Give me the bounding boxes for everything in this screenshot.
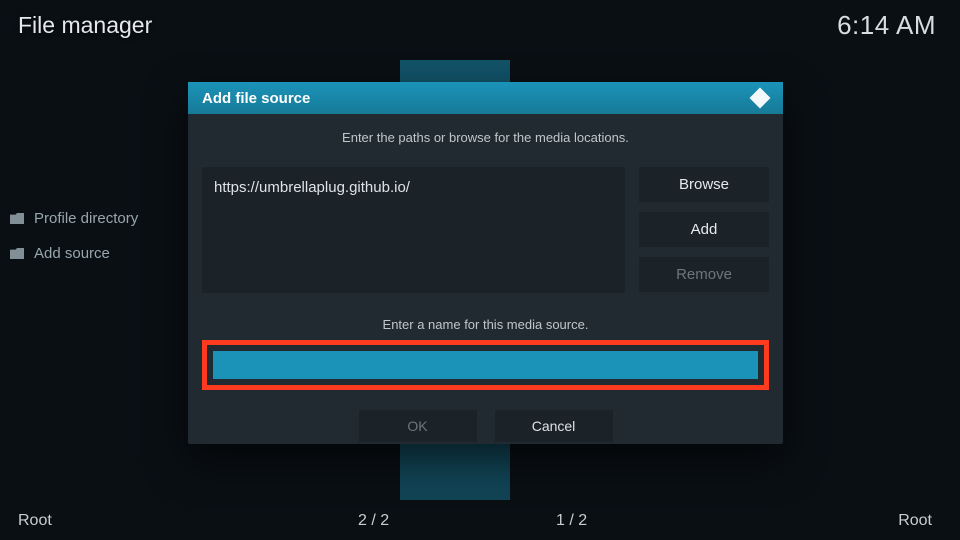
source-name-input[interactable] [213, 351, 758, 379]
dialog-header: Add file source [188, 82, 783, 114]
kodi-icon [747, 86, 773, 110]
add-file-source-dialog: Add file source Enter the paths or brows… [188, 82, 783, 444]
dialog-title: Add file source [202, 90, 310, 107]
browse-button[interactable]: Browse [639, 167, 769, 202]
cancel-button[interactable]: Cancel [495, 410, 613, 442]
folder-icon [10, 213, 24, 224]
bottom-bar: Root 2 / 2 1 / 2 Root [0, 502, 960, 540]
sidebar-item-profile-directory[interactable]: Profile directory [10, 210, 138, 227]
add-button[interactable]: Add [639, 212, 769, 247]
ok-button[interactable]: OK [359, 410, 477, 442]
sidebar-item-label: Profile directory [34, 210, 138, 227]
sidebar-item-label: Add source [34, 245, 110, 262]
path-input[interactable] [214, 179, 613, 196]
highlighted-name-field [202, 340, 769, 390]
dialog-middle: Browse Add Remove [202, 167, 769, 293]
path-button-column: Browse Add Remove [639, 167, 769, 293]
left-count: 2 / 2 [358, 512, 389, 530]
page-title: File manager [18, 12, 152, 39]
right-root-label: Root [898, 512, 932, 530]
sidebar: Profile directory Add source [10, 210, 138, 262]
top-bar: File manager 6:14 AM [0, 0, 960, 50]
sidebar-item-add-source[interactable]: Add source [10, 245, 138, 262]
remove-button: Remove [639, 257, 769, 292]
folder-icon [10, 248, 24, 259]
right-count: 1 / 2 [556, 512, 587, 530]
dialog-footer: OK Cancel [188, 410, 783, 442]
path-list[interactable] [202, 167, 625, 293]
dialog-instruction: Enter the paths or browse for the media … [188, 130, 783, 145]
clock: 6:14 AM [837, 10, 936, 41]
name-instruction: Enter a name for this media source. [188, 317, 783, 332]
left-root-label: Root [18, 512, 52, 530]
